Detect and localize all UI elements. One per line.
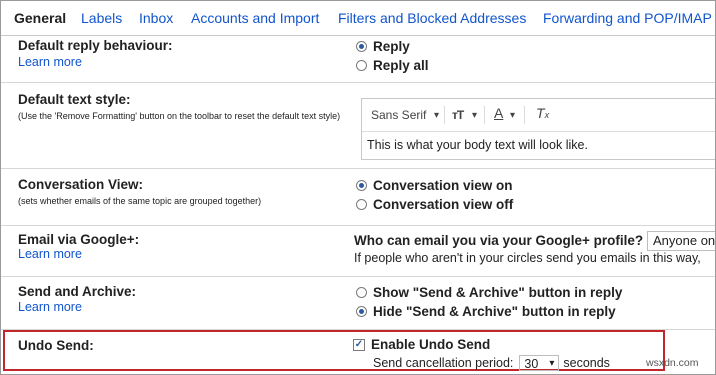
font-family-select[interactable]: Sans Serif <box>371 108 426 122</box>
google-plus-label: Email via Google+: <box>18 232 140 247</box>
dropdown-arrow-icon[interactable]: ▾ <box>472 110 477 121</box>
dropdown-arrow-icon[interactable]: ▾ <box>510 110 515 121</box>
font-size-icon[interactable]: ᴛT <box>452 108 464 122</box>
radio-icon[interactable] <box>356 60 367 71</box>
send-archive-label: Send and Archive: <box>18 284 137 299</box>
body-text-preview: This is what your body text will look li… <box>367 138 588 152</box>
send-archive-radio-show[interactable]: Show "Send & Archive" button in reply <box>356 285 622 300</box>
settings-panel: General Labels Inbox Accounts and Import… <box>0 0 716 375</box>
row-reply-behaviour: Default reply behaviour: Learn more Repl… <box>1 36 715 83</box>
reply-radio-reply[interactable]: Reply <box>356 39 410 54</box>
conversation-view-label: Conversation View: <box>18 177 144 192</box>
toolbar-divider <box>444 106 445 124</box>
text-style-editor[interactable]: Sans Serif ▾ ᴛT ▾ A ▾ Tx This is what yo… <box>361 98 715 160</box>
google-plus-learn-more-link[interactable]: Learn more <box>18 247 82 261</box>
cancellation-period-label: Send cancellation period: <box>373 356 514 370</box>
cancellation-period-row: Send cancellation period: 30 seconds <box>373 355 610 372</box>
tab-forwarding-pop-imap[interactable]: Forwarding and POP/IMAP <box>543 10 712 26</box>
settings-tabs: General Labels Inbox Accounts and Import… <box>1 1 715 36</box>
radio-selected-icon[interactable] <box>356 41 367 52</box>
radio-selected-icon[interactable] <box>356 180 367 191</box>
google-plus-select[interactable]: Anyone on <box>647 231 715 251</box>
checkbox-checked-icon[interactable]: ✓ <box>353 338 365 351</box>
send-archive-radio-hide[interactable]: Hide "Send & Archive" button in reply <box>356 304 616 319</box>
row-conversation-view: Conversation View: (sets whether emails … <box>1 169 715 226</box>
reply-behaviour-label: Default reply behaviour: <box>18 38 173 53</box>
radio-selected-icon[interactable] <box>356 306 367 317</box>
formatting-toolbar: Sans Serif ▾ ᴛT ▾ A ▾ Tx <box>362 99 715 132</box>
row-send-archive: Send and Archive: Learn more Show "Send … <box>1 277 715 330</box>
tab-inbox[interactable]: Inbox <box>139 10 173 26</box>
undo-send-label: Undo Send: <box>18 338 94 353</box>
reply-radio-reply-all[interactable]: Reply all <box>356 58 429 73</box>
text-color-icon[interactable]: A <box>494 105 503 121</box>
radio-icon[interactable] <box>356 287 367 298</box>
cancellation-period-unit: seconds <box>563 356 610 370</box>
reply-learn-more-link[interactable]: Learn more <box>18 55 82 69</box>
text-style-label: Default text style: <box>18 92 131 107</box>
dropdown-arrow-icon[interactable]: ▾ <box>434 110 439 121</box>
cancellation-period-select[interactable]: 30 <box>519 355 560 372</box>
conversation-radio-on[interactable]: Conversation view on <box>356 178 513 193</box>
google-plus-question: Who can email you via your Google+ profi… <box>354 233 644 248</box>
conversation-radio-off[interactable]: Conversation view off <box>356 197 513 212</box>
radio-icon[interactable] <box>356 199 367 210</box>
conversation-view-hint: (sets whether emails of the same topic a… <box>18 196 262 206</box>
watermark: wsxdn.com <box>646 357 699 369</box>
tab-filters[interactable]: Filters and Blocked Addresses <box>338 10 526 26</box>
toolbar-divider <box>484 106 485 124</box>
send-archive-learn-more-link[interactable]: Learn more <box>18 300 82 314</box>
tab-accounts-import[interactable]: Accounts and Import <box>191 10 319 26</box>
remove-formatting-icon[interactable]: Tx <box>536 105 549 121</box>
tab-general[interactable]: General <box>14 10 66 26</box>
enable-undo-send-checkbox[interactable]: ✓ Enable Undo Send <box>353 337 490 352</box>
text-style-hint: (Use the 'Remove Formatting' button on t… <box>18 111 341 121</box>
google-plus-note: If people who aren't in your circles sen… <box>354 251 701 265</box>
toolbar-divider <box>524 106 525 124</box>
tab-labels[interactable]: Labels <box>81 10 122 26</box>
